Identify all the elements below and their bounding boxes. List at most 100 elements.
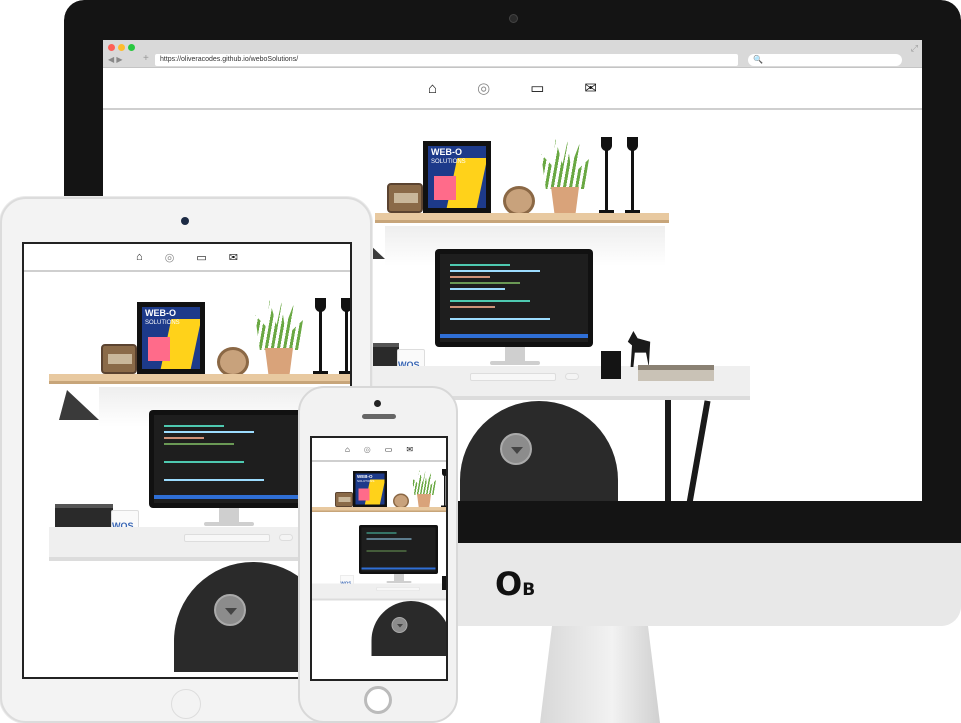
clock bbox=[503, 186, 535, 216]
editor-status-bar bbox=[440, 334, 588, 338]
code-line bbox=[450, 264, 510, 266]
plant-pot bbox=[551, 187, 579, 213]
expand-icon[interactable]: ⤢ bbox=[911, 43, 918, 54]
imac-stand bbox=[540, 626, 660, 723]
fingerprint-icon[interactable]: ◎ bbox=[165, 251, 175, 264]
monitor bbox=[359, 525, 438, 574]
candle-holder bbox=[313, 298, 328, 374]
monitor-stand bbox=[394, 574, 404, 581]
chair bbox=[460, 401, 618, 501]
code-line bbox=[450, 318, 550, 320]
pencil-cup bbox=[601, 351, 621, 379]
poster-subtitle: SOLUTIONS bbox=[357, 480, 375, 483]
radio bbox=[335, 492, 353, 507]
fingerprint-icon[interactable]: ◎ bbox=[364, 445, 371, 454]
mail-icon[interactable]: ✉ bbox=[406, 445, 413, 454]
monitor-stand bbox=[219, 508, 239, 522]
mail-icon[interactable]: ✉ bbox=[229, 251, 238, 264]
forward-icon[interactable]: ▶ bbox=[116, 55, 122, 64]
horse-figurine bbox=[627, 331, 651, 367]
shelf bbox=[375, 213, 669, 223]
candle-holder bbox=[441, 469, 446, 507]
code-line bbox=[164, 437, 204, 439]
poster-title: WEB-O bbox=[357, 474, 373, 479]
site-navbar: ⌂ ◎ ▭ ✉ bbox=[312, 438, 446, 462]
workspace-scene: WEB-O SOLUTIONS bbox=[312, 464, 446, 656]
scroll-down-button[interactable] bbox=[500, 433, 532, 465]
devices-mockup: ◀ ▶ + https://oliveracodes.github.io/web… bbox=[0, 0, 961, 723]
monitor-foot bbox=[204, 522, 254, 526]
browser-toolbar: ◀ ▶ + https://oliveracodes.github.io/web… bbox=[103, 40, 922, 68]
fingerprint-icon[interactable]: ◎ bbox=[477, 79, 490, 97]
mail-icon[interactable]: ✉ bbox=[584, 79, 597, 97]
iphone-screen: ⌂ ◎ ▭ ✉ WEB-O SOLUTIONS bbox=[310, 436, 448, 681]
desk-leg bbox=[685, 400, 711, 501]
mouse bbox=[279, 534, 293, 541]
poster-shape bbox=[148, 337, 170, 361]
poster-art: WEB-O SOLUTIONS bbox=[355, 473, 385, 505]
poster-art: WEB-O SOLUTIONS bbox=[142, 307, 200, 369]
chair bbox=[371, 601, 446, 656]
desk-leg bbox=[665, 400, 671, 501]
radio bbox=[101, 344, 137, 374]
code-line bbox=[164, 479, 264, 481]
camera-icon bbox=[374, 400, 381, 407]
poster-shape bbox=[434, 176, 456, 200]
poster: WEB-O SOLUTIONS bbox=[137, 302, 205, 374]
close-window-button[interactable] bbox=[108, 44, 115, 51]
book-stack bbox=[638, 365, 714, 381]
devices-icon[interactable]: ▭ bbox=[385, 445, 393, 454]
poster-title: WEB-O bbox=[145, 308, 176, 318]
maximize-window-button[interactable] bbox=[128, 44, 135, 51]
books bbox=[55, 504, 113, 528]
hero-section: WEB-O SOLUTIONS bbox=[312, 464, 446, 679]
home-button[interactable] bbox=[171, 689, 201, 719]
code-line bbox=[164, 443, 234, 445]
poster-title: WEB-O bbox=[431, 147, 462, 157]
lamp bbox=[59, 390, 99, 420]
back-icon[interactable]: ◀ bbox=[108, 55, 114, 64]
shelf bbox=[49, 374, 350, 384]
devices-icon[interactable]: ▭ bbox=[530, 79, 544, 97]
devices-icon[interactable]: ▭ bbox=[196, 251, 206, 264]
address-bar[interactable]: https://oliveracodes.github.io/weboSolut… bbox=[155, 54, 738, 66]
plant-pot bbox=[417, 494, 431, 507]
code-line bbox=[366, 538, 412, 540]
code-editor bbox=[440, 254, 588, 342]
scroll-down-button[interactable] bbox=[214, 594, 246, 626]
brand-logo-main: O bbox=[495, 565, 523, 603]
poster-shape bbox=[358, 488, 370, 501]
home-icon[interactable]: ⌂ bbox=[428, 80, 437, 97]
poster: WEB-O SOLUTIONS bbox=[353, 471, 387, 507]
poster-subtitle: SOLUTIONS bbox=[431, 159, 466, 165]
home-button[interactable] bbox=[364, 686, 392, 714]
code-editor bbox=[361, 527, 436, 572]
new-tab-icon[interactable]: + bbox=[143, 54, 149, 64]
keyboard bbox=[470, 373, 556, 381]
code-line bbox=[450, 270, 540, 272]
code-line bbox=[164, 431, 254, 433]
camera-icon bbox=[181, 217, 189, 225]
code-line bbox=[164, 425, 224, 427]
speaker-grille bbox=[362, 414, 396, 419]
monitor-foot bbox=[490, 361, 540, 365]
search-field[interactable]: 🔍 bbox=[748, 54, 902, 66]
home-icon[interactable]: ⌂ bbox=[136, 251, 143, 263]
radio bbox=[387, 183, 423, 213]
plant bbox=[412, 470, 436, 495]
keyboard bbox=[184, 534, 270, 542]
site-navbar: ⌂ ◎ ▭ ✉ bbox=[103, 68, 922, 110]
poster-art: WEB-O SOLUTIONS bbox=[428, 146, 486, 208]
code-line bbox=[450, 282, 520, 284]
home-icon[interactable]: ⌂ bbox=[345, 445, 350, 454]
poster-subtitle: SOLUTIONS bbox=[145, 320, 180, 326]
editor-status-bar bbox=[361, 567, 436, 570]
monitor bbox=[435, 249, 593, 347]
code-line bbox=[164, 461, 244, 463]
code-line bbox=[450, 300, 530, 302]
code-editor bbox=[154, 415, 302, 503]
code-line bbox=[450, 306, 495, 308]
brand-logo-sub: B bbox=[522, 580, 536, 600]
minimize-window-button[interactable] bbox=[118, 44, 125, 51]
scroll-down-button[interactable] bbox=[391, 617, 408, 633]
